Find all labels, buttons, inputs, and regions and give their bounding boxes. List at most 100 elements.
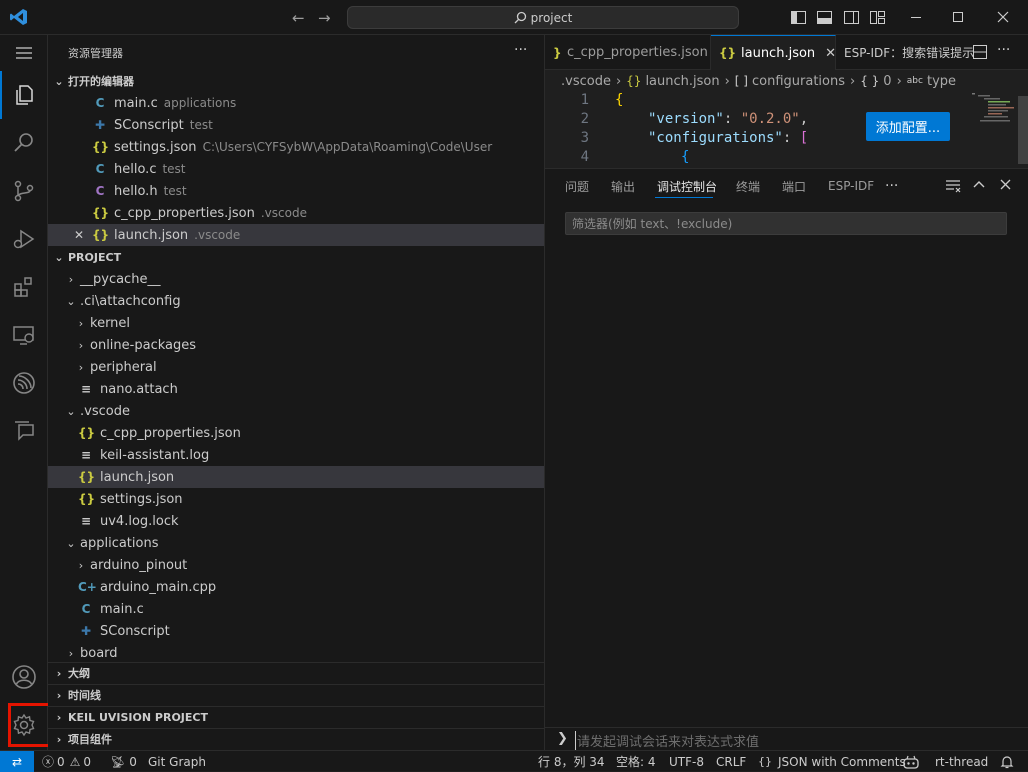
copilot-icon[interactable] [903,751,919,772]
command-center-search[interactable]: project [347,6,739,29]
open-editor-item[interactable]: Cmain.c applications [48,92,544,114]
accounts-icon[interactable] [0,653,48,701]
filter-input[interactable]: 筛选器(例如 text、!exclude) [565,212,1007,235]
panel-more-icon[interactable]: ··· [885,169,898,203]
line-number: 4 [580,149,589,165]
panel-tab-esp-idf[interactable]: ESP-IDF [828,169,874,203]
close-panel-icon[interactable] [1000,179,1011,190]
tree-file[interactable]: {} c_cpp_properties.json [48,422,544,444]
tab-launch-json[interactable]: {} launch.json ✕ [711,35,836,70]
encoding-status[interactable]: UTF-8 [669,751,704,772]
explorer-icon[interactable] [0,71,48,119]
breadcrumb-item[interactable]: type [927,74,956,89]
breadcrumb-item[interactable]: 0 [883,74,891,89]
panel-tab-output[interactable]: 输出 [611,169,635,203]
collapsed-section[interactable]: › KEIL UVISION PROJECT [48,706,544,728]
tree-file[interactable]: {} settings.json [48,488,544,510]
toggle-panel-icon[interactable] [817,10,832,25]
close-editor-icon[interactable]: ✕ [74,228,92,242]
collapsed-section[interactable]: › 项目组件 [48,728,544,750]
notifications-bell-icon[interactable] [1000,751,1014,772]
toggle-secondary-sidebar-icon[interactable] [844,10,859,25]
file-name: hello.h [114,183,158,199]
toggle-primary-sidebar-icon[interactable] [791,10,806,25]
chat-icon[interactable] [0,407,48,455]
rt-thread-status[interactable]: rt-thread [935,751,988,772]
forward-arrow-icon[interactable]: → [318,9,331,27]
close-window-icon[interactable] [997,11,1009,23]
minimize-icon[interactable] [910,10,922,24]
menu-icon[interactable] [0,29,48,77]
project-header[interactable]: ⌄ PROJECT [48,246,544,268]
code-line: "version": "0.2.0", [648,111,809,127]
esp-idf-icon[interactable] [0,359,48,407]
tree-folder[interactable]: › peripheral [48,356,544,378]
repl-input[interactable]: 请发起调试会话来对表达式求值 [575,731,759,750]
chevron-right-icon: › [68,272,74,286]
title-bar: ← → project [0,0,1028,35]
open-editor-item[interactable]: Chello.h test [48,180,544,202]
breadcrumb-item[interactable]: .vscode [561,74,611,89]
run-debug-icon[interactable] [0,215,48,263]
editor-more-icon[interactable]: ··· [997,42,1010,58]
tree-folder[interactable]: › arduino_pinout [48,554,544,576]
source-control-icon[interactable] [0,167,48,215]
indentation-status[interactable]: 空格: 4 [616,751,656,772]
section-label: PROJECT [68,250,122,264]
tree-folder[interactable]: ⌄ .ci\attachconfig [48,290,544,312]
eol-status[interactable]: CRLF [716,751,746,772]
tab-esp-idf-search[interactable]: ESP-IDF：搜索错误提示 [836,35,974,70]
scrollbar[interactable] [1018,96,1028,164]
open-editor-item[interactable]: ✕{} launch.json .vscode [48,224,544,246]
open-editor-item[interactable]: Chello.c test [48,158,544,180]
tab-close-icon[interactable]: ✕ [825,46,836,61]
tree-file[interactable]: Cmain.c [48,598,544,620]
section-label: 大纲 [68,667,90,680]
maximize-icon[interactable] [952,11,964,23]
tree-file[interactable]: ≡ uv4.log.lock [48,510,544,532]
customize-layout-icon[interactable] [870,10,885,25]
tree-folder[interactable]: › board [48,642,544,664]
language-mode[interactable]: {} JSON with Comments [758,751,906,772]
tree-folder[interactable]: ⌄ applications [48,532,544,554]
remote-explorer-icon[interactable] [0,311,48,359]
sidebar-more-icon[interactable]: ··· [514,42,527,58]
tree-file[interactable]: C+ arduino_main.cpp [48,576,544,598]
open-editor-item[interactable]: ✚ SConscript test [48,114,544,136]
problems-status[interactable]: ⓧ 0 ⚠ 0 [42,751,91,772]
tree-file[interactable]: {} launch.json [48,466,544,488]
open-editors-header[interactable]: ⌄ 打开的编辑器 [48,70,544,92]
cursor-position[interactable]: 行 8，列 34 [538,751,605,772]
tree-file[interactable]: ✚ SConscript [48,620,544,642]
extensions-icon[interactable] [0,263,48,311]
panel-tab-terminal[interactable]: 终端 [736,169,760,203]
tab-c-cpp-properties[interactable]: } c_cpp_properties.json [545,35,711,70]
collapsed-section[interactable]: › 时间线 [48,684,544,706]
collapsed-section[interactable]: › 大纲 [48,662,544,684]
ports-status[interactable]: 📡︎ 0 [110,751,137,772]
tree-folder[interactable]: › online-packages [48,334,544,356]
open-editor-item[interactable]: {} settings.json C:\Users\CYFSybW\AppData\… [48,136,544,158]
split-editor-icon[interactable] [973,45,987,59]
breadcrumb-item[interactable]: launch.json [645,74,719,89]
c-header-file-icon: C [95,184,105,198]
panel-tab-ports[interactable]: 端口 [782,169,806,203]
tree-item-label: .ci\attachconfig [80,293,181,309]
add-configuration-button[interactable]: 添加配置... [866,112,950,141]
clear-console-icon[interactable] [945,179,961,193]
back-arrow-icon[interactable]: ← [292,9,305,27]
maximize-panel-icon[interactable] [973,179,985,191]
code-editor[interactable]: 1 { 2 "version": "0.2.0", 3 "configurati… [545,92,1028,167]
search-view-icon[interactable] [0,119,48,167]
remote-indicator[interactable]: ⇄ [0,751,34,772]
tree-file[interactable]: ≡ keil-assistant.log [48,444,544,466]
open-editor-item[interactable]: {} c_cpp_properties.json .vscode [48,202,544,224]
tree-file[interactable]: ≡ nano.attach [48,378,544,400]
tree-folder[interactable]: ⌄ .vscode [48,400,544,422]
breadcrumb-item[interactable]: configurations [752,74,845,89]
tree-folder[interactable]: › kernel [48,312,544,334]
tree-folder[interactable]: › __pycache__ [48,268,544,290]
git-graph-button[interactable]: Git Graph [148,751,206,772]
minimap[interactable] [970,92,1020,128]
panel-tab-problems[interactable]: 问题 [565,169,589,203]
